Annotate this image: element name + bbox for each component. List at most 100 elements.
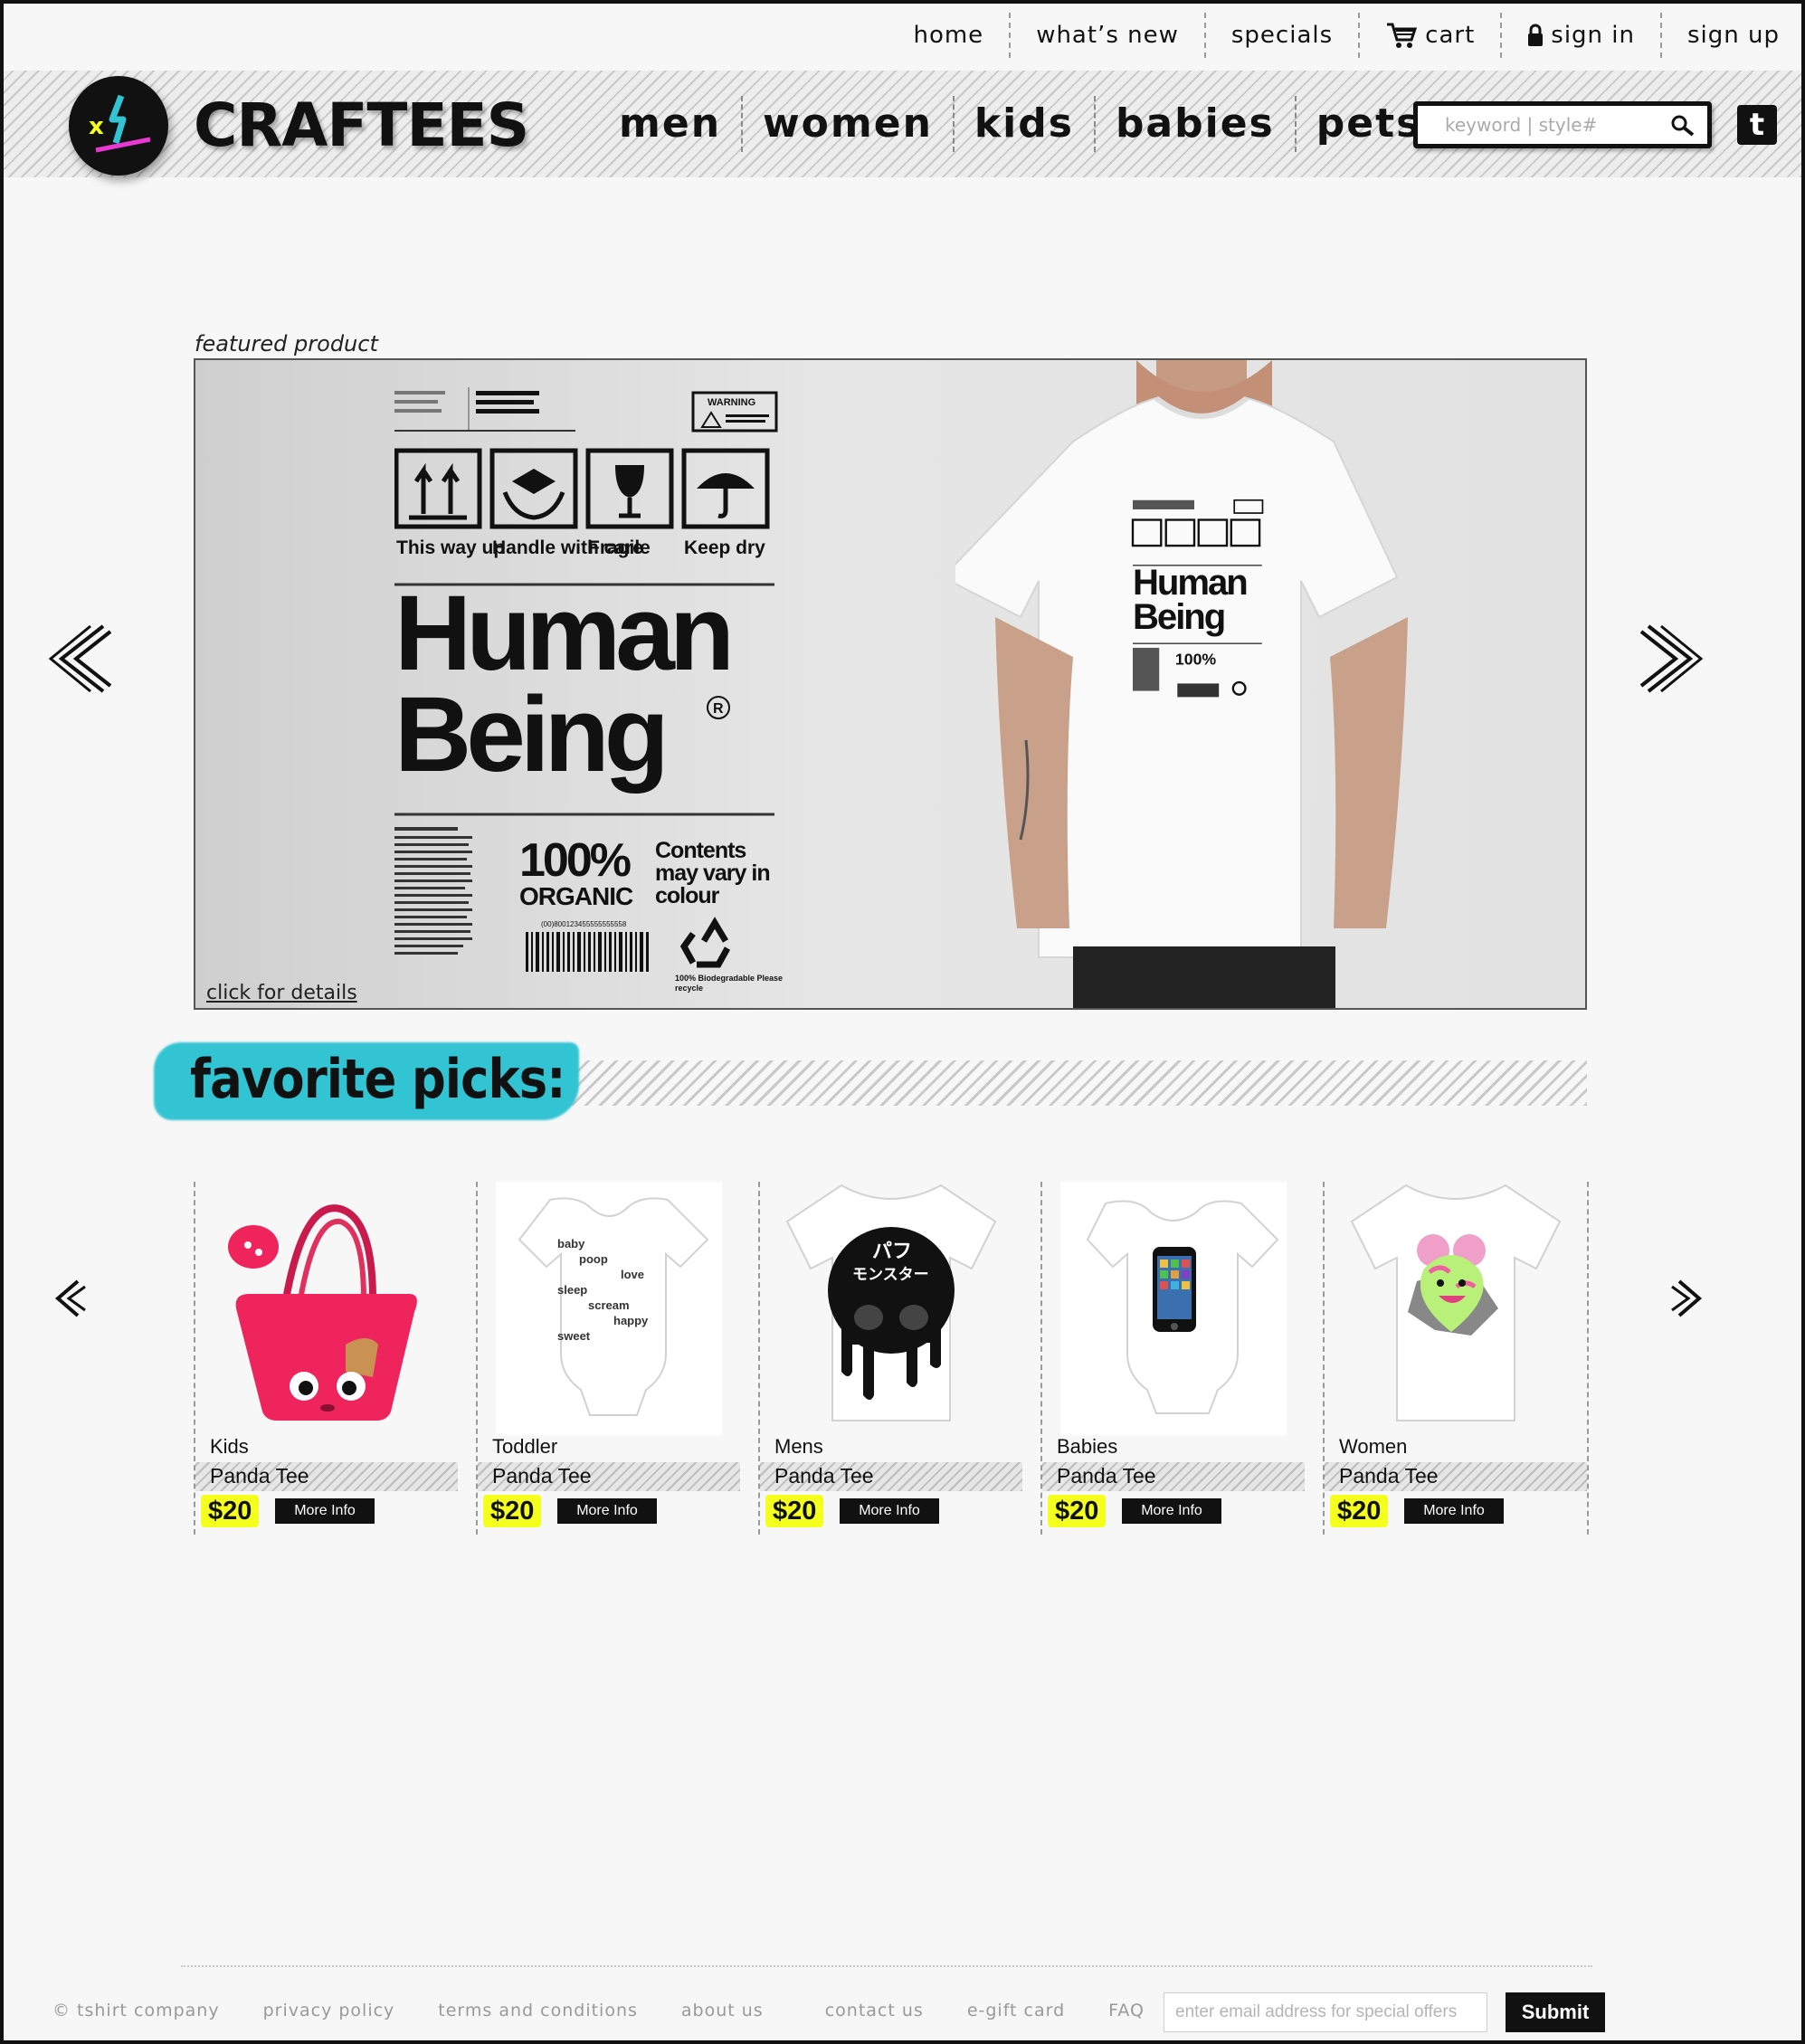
skull-tee-image: パフ モンスター [785,1184,997,1421]
nav-specials[interactable]: specials [1203,13,1358,58]
favorites-list: Kids Panda Tee $20 More Info baby poop l… [194,1182,1589,1535]
product-card: パフ モンスター Mens Panda Tee $20 More Info [758,1182,1022,1535]
category-nav: men women kids babies pets [599,96,1441,152]
product-category: Women [1339,1435,1408,1458]
more-info-button[interactable]: More Info [840,1498,939,1524]
click-for-details-link[interactable]: click for details [206,982,357,1004]
search-icon[interactable] [1669,113,1696,140]
product-category: Kids [210,1435,249,1458]
nav-sign-in[interactable]: sign in [1500,13,1660,58]
footer-e-gift-card[interactable]: e-gift card [967,2001,1065,2020]
product-card: Kids Panda Tee $20 More Info [194,1182,458,1535]
product-name[interactable]: Panda Tee [774,1464,874,1488]
product-thumb-toddler-onesie[interactable]: baby poop love sleep scream happy sweet [496,1182,722,1435]
category-men[interactable]: men [599,96,741,152]
onesie-word: love [621,1268,645,1281]
onesie-word: poop [579,1252,608,1266]
product-price: $20 [1048,1495,1107,1527]
barcode-graphic [526,932,649,972]
nav-specials-label: specials [1230,22,1334,49]
onesie-word: scream [588,1298,630,1312]
newsletter-submit-button[interactable]: Submit [1506,1992,1605,2032]
shirt-mini-headline-2: Being [1133,596,1224,637]
product-category: Babies [1057,1435,1118,1458]
product-name[interactable]: Panda Tee [492,1464,592,1488]
twitter-icon[interactable]: t [1737,105,1777,145]
pink-bag-image [228,1204,417,1421]
skull-text-2: モンスター [852,1266,929,1284]
featured-banner[interactable]: WARNING This way up Handle with care Fra… [194,358,1587,1010]
product-category: Toddler [492,1435,558,1458]
product-name[interactable]: Panda Tee [210,1464,309,1488]
nav-home-label: home [913,22,984,49]
icon-label-this-way-up: This way up [396,537,505,558]
search-input[interactable] [1445,114,1689,136]
onesie-word: baby [557,1237,585,1250]
logo-icon[interactable]: x [69,76,168,176]
recycle-icon [679,917,731,968]
featured-prev-arrow-icon[interactable] [49,623,112,695]
site-header: x CRAFTEES men women kids babies pets t [4,71,1801,177]
nav-home[interactable]: home [888,13,1009,58]
footer-divider [181,1965,1592,1967]
headline-being: Being [394,675,664,794]
newsletter-email-input[interactable] [1164,1992,1487,2032]
logo-mark-icon: x [89,94,151,153]
product-name[interactable]: Panda Tee [1057,1464,1156,1488]
more-info-button[interactable]: More Info [557,1498,657,1524]
product-thumb-women-heart[interactable] [1343,1182,1569,1435]
phone-onesie-image [1086,1200,1279,1414]
onesie-word: happy [613,1314,649,1327]
skull-text-1: パフ [872,1241,912,1263]
footer-faq[interactable]: FAQ [1108,2001,1145,2020]
organic-label: ORGANIC [519,882,633,910]
nav-cart[interactable]: cart [1358,13,1500,58]
featured-next-arrow-icon[interactable] [1639,623,1703,695]
nav-sign-in-label: sign in [1551,22,1635,49]
favorites-stripe [570,1060,1587,1106]
nav-sign-up[interactable]: sign up [1660,13,1780,58]
recycle-note: 100% Biodegradable Please recycle [675,974,784,993]
more-info-button[interactable]: More Info [275,1498,375,1524]
footer-contact-us[interactable]: contact us [825,2001,924,2020]
footer-privacy-policy[interactable]: privacy policy [263,2001,395,2020]
search-box [1413,101,1712,148]
product-price: $20 [483,1495,542,1527]
featured-label: featured product [195,331,378,357]
nav-whats-new-label: what’s new [1036,22,1179,49]
product-thumb-babies-phone[interactable] [1060,1182,1287,1435]
page-frame [0,0,1805,2044]
footer-copyright: © tshirt company [52,2001,220,2020]
organic-percent: 100% [519,834,631,887]
product-card: Babies Panda Tee $20 More Info [1040,1182,1305,1535]
category-babies[interactable]: babies [1093,96,1295,152]
cart-icon [1387,23,1418,48]
product-price: $20 [765,1495,824,1527]
product-thumb-kids-bag[interactable] [214,1182,440,1435]
product-card: Women Panda Tee $20 More Info [1323,1182,1589,1535]
svg-text:R: R [713,701,724,717]
product-thumb-mens-skull[interactable]: パフ モンスター [778,1182,1004,1435]
product-price: $20 [1330,1495,1389,1527]
onesie-word: sweet [557,1329,591,1343]
featured-model-photo: Human Being 100% [955,360,1408,1008]
lock-icon [1528,24,1544,46]
category-women[interactable]: women [741,96,953,152]
more-info-button[interactable]: More Info [1122,1498,1221,1524]
favorites-title: favorite picks: [190,1048,565,1111]
heart-tee-image [1350,1184,1562,1421]
category-kids[interactable]: kids [952,96,1094,152]
nav-sign-up-label: sign up [1687,22,1780,49]
footer-about-us[interactable]: about us [681,2001,764,2020]
barcode-number: (00)800123455555555558 [541,920,627,928]
footer-terms[interactable]: terms and conditions [438,2001,638,2020]
more-info-button[interactable]: More Info [1404,1498,1504,1524]
favorites-next-arrow-icon[interactable] [1670,1278,1706,1319]
product-name[interactable]: Panda Tee [1339,1464,1439,1488]
contents-note: Contents may vary in colour [655,840,771,908]
icon-label-fragile: Fragile [588,537,651,558]
brand-name[interactable]: CRAFTEES [194,90,529,160]
nav-whats-new[interactable]: what’s new [1009,13,1204,58]
utility-nav: home what’s new specials cart sign in si… [888,13,1780,58]
favorites-prev-arrow-icon[interactable] [51,1278,87,1319]
